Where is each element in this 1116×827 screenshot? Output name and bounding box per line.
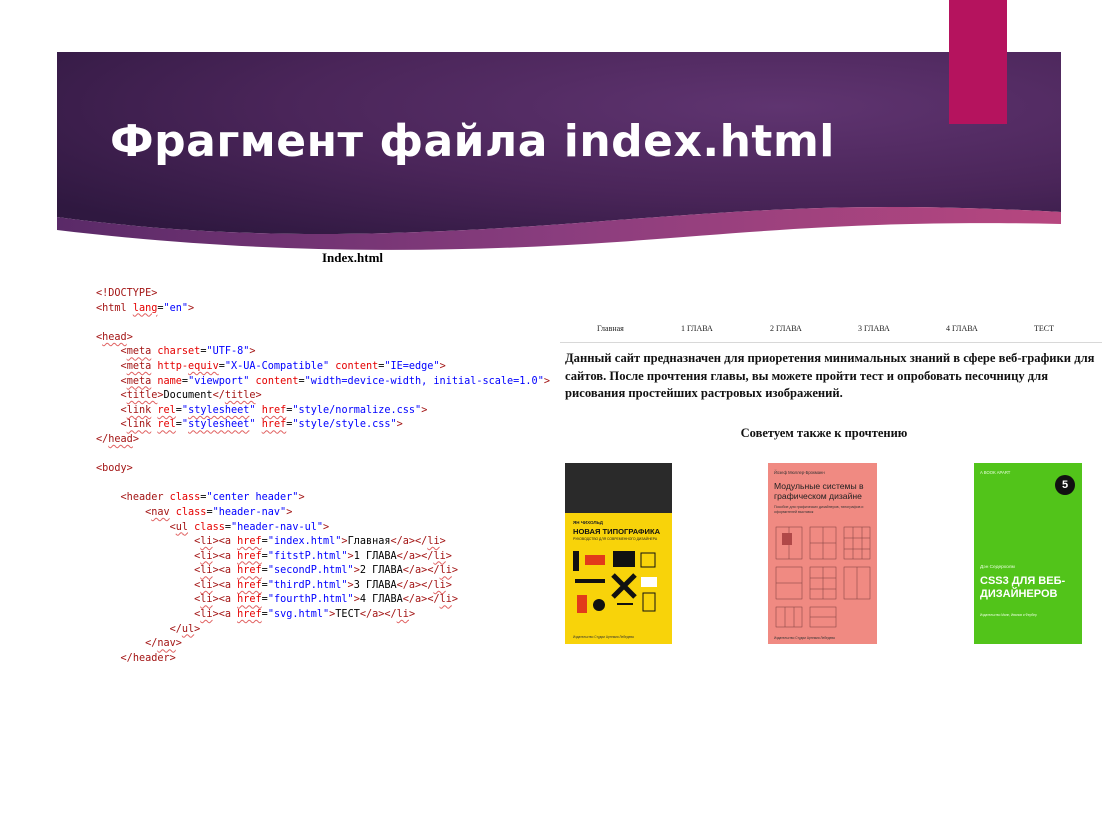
book-publisher: Издательство Студии Артемия Лебедева xyxy=(774,636,835,640)
site-nav-item-test[interactable]: ТЕСТ xyxy=(1034,324,1054,333)
site-nav-item-chapter-2[interactable]: 2 ГЛАВА xyxy=(770,324,802,333)
recommend-heading: Советуем также к прочтению xyxy=(740,426,908,440)
book-author: Дэн Седерхолм xyxy=(980,565,1015,570)
code-heading: Index.html xyxy=(322,250,384,265)
book-title: НОВАЯ ТИПОГРАФИКА xyxy=(573,527,661,536)
book-subtitle: РУКОВОДСТВО ДЛЯ СОВРЕМЕННОГО ДИЗАЙНЕРА xyxy=(573,537,658,541)
book-cover-grids xyxy=(775,526,871,628)
site-nav-item-chapter-3[interactable]: 3 ГЛАВА xyxy=(858,324,890,333)
accent-block xyxy=(949,0,1007,124)
book-title: CSS3 ДЛЯ ВЕБ-ДИЗАЙНЕРОВ xyxy=(980,575,1066,600)
site-nav-item-chapter-4[interactable]: 4 ГЛАВА xyxy=(946,324,978,333)
book-publisher: Издательство Манн, Иванов и Фербер xyxy=(980,613,1037,617)
site-nav-item-chapter-1[interactable]: 1 ГЛАВА xyxy=(681,324,713,333)
book-author: Йозеф Мюллер-Брокманн xyxy=(774,470,825,475)
book-title: Модульные системы в графическом дизайне xyxy=(774,481,864,501)
book-cover-css3[interactable]: A BOOK APART 5 Дэн Седерхолм CSS3 ДЛЯ ВЕ… xyxy=(974,463,1082,644)
book-author: ЯН ЧИХОЛЬД xyxy=(573,520,603,525)
book-cover-pattern xyxy=(573,551,657,613)
book-subtitle: Пособие для графических дизайнеров, типо… xyxy=(774,505,864,514)
book-number-badge: 5 xyxy=(1055,475,1075,495)
website-preview: Главная 1 ГЛАВА 2 ГЛАВА 3 ГЛАВА 4 ГЛАВА … xyxy=(560,318,1102,658)
site-intro-text: Данный сайт предназначен для приоретения… xyxy=(565,351,1095,400)
site-nav-item-home[interactable]: Главная xyxy=(597,324,624,333)
site-nav: Главная 1 ГЛАВА 2 ГЛАВА 3 ГЛАВА 4 ГЛАВА … xyxy=(560,318,1102,343)
book-series: A BOOK APART xyxy=(980,470,1011,475)
code-listing: <!DOCTYPE> <html lang="en"> <head> <meta… xyxy=(96,288,550,664)
book-cover-grid-systems[interactable]: Йозеф Мюллер-Брокманн Модульные системы … xyxy=(768,463,877,644)
book-cover-top-band xyxy=(565,463,672,513)
book-cover-new-typography[interactable]: ЯН ЧИХОЛЬД НОВАЯ ТИПОГРАФИКА РУКОВОДСТВО… xyxy=(565,463,672,644)
slide-title: Фрагмент файла index.html xyxy=(110,116,835,167)
book-publisher: Издательство Студии Артемия Лебедева xyxy=(573,635,634,639)
